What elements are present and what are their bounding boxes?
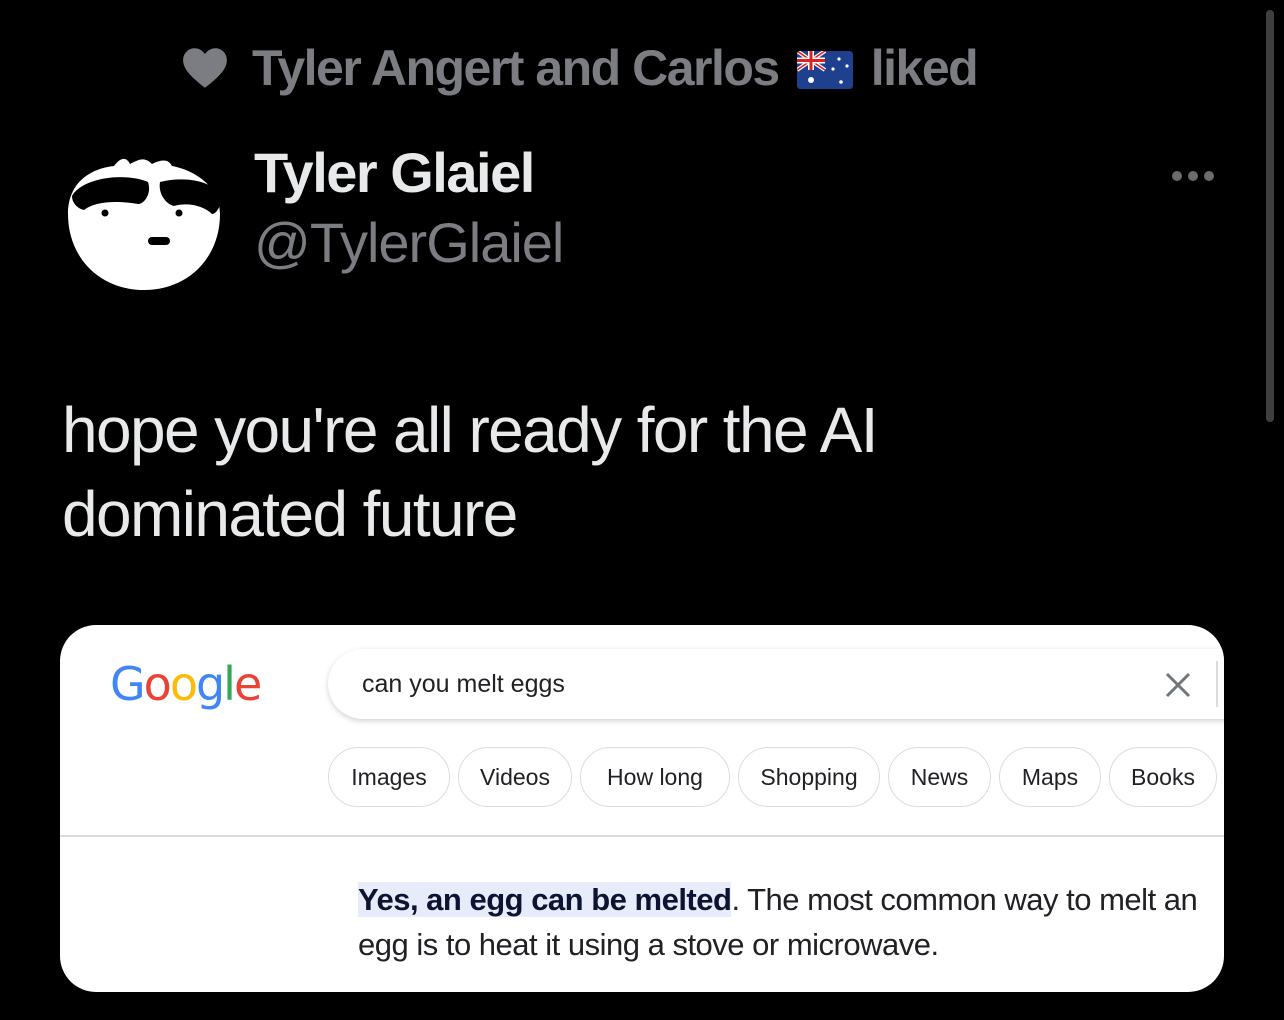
- australia-flag-icon: [796, 51, 853, 89]
- search-input[interactable]: [360, 668, 1064, 700]
- more-dot: [1172, 171, 1182, 181]
- user-handle[interactable]: @TylerGlaiel: [254, 210, 564, 275]
- social-context[interactable]: Tyler Angert and Carlos liked: [180, 36, 979, 100]
- embedded-image[interactable]: Google Images Videos How long Shopping N…: [60, 625, 1224, 992]
- search-box[interactable]: [328, 649, 1224, 719]
- search-divider: [1216, 661, 1218, 707]
- liked-by-names[interactable]: Tyler Angert and Carlos: [252, 39, 780, 97]
- scrollbar[interactable]: [1266, 10, 1274, 422]
- chip-videos[interactable]: Videos: [458, 747, 572, 807]
- chip-how-long[interactable]: How long: [580, 747, 730, 807]
- chip-maps[interactable]: Maps: [999, 747, 1101, 807]
- more-dot: [1204, 171, 1214, 181]
- more-dot: [1188, 171, 1198, 181]
- heart-icon: [183, 48, 227, 88]
- avatar[interactable]: [64, 150, 224, 292]
- featured-answer: Yes, an egg can be melted. The most comm…: [358, 877, 1218, 967]
- search-filter-chips: Images Videos How long Shopping News Map…: [328, 747, 1217, 807]
- logo-letter: e: [233, 657, 262, 711]
- chip-shopping[interactable]: Shopping: [738, 747, 880, 807]
- more-options-button[interactable]: [1172, 166, 1222, 186]
- answer-highlight: Yes, an egg can be melted: [358, 882, 732, 917]
- logo-letter: o: [169, 657, 198, 711]
- tweet-text: hope you're all ready for the AI dominat…: [62, 394, 879, 550]
- logo-letter: g: [195, 657, 225, 711]
- close-icon[interactable]: [1164, 671, 1192, 699]
- results-divider: [60, 835, 1224, 837]
- display-name[interactable]: Tyler Glaiel: [254, 140, 535, 205]
- google-logo: Google: [110, 657, 262, 711]
- logo-letter: G: [110, 657, 146, 711]
- logo-letter: o: [143, 657, 172, 711]
- chip-books[interactable]: Books: [1109, 747, 1217, 807]
- logo-letter: l: [223, 657, 236, 711]
- chip-images[interactable]: Images: [328, 747, 450, 807]
- chip-news[interactable]: News: [888, 747, 991, 807]
- liked-label: liked: [870, 40, 979, 96]
